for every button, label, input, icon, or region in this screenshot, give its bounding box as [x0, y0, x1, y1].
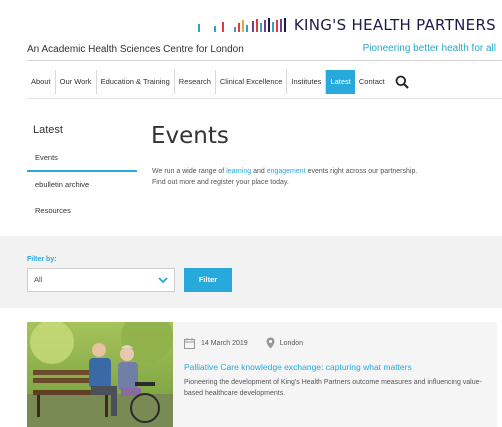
- intro-text: We run a wide range of learning and enga…: [152, 166, 482, 188]
- intro-text-part: and: [251, 168, 267, 175]
- logo-bar: [263, 20, 266, 32]
- intro-text-part: events right across our partnership.: [305, 168, 418, 175]
- logo-bar: [237, 23, 240, 32]
- logo-bar: [283, 18, 286, 32]
- sidebar-active-indicator: [27, 170, 137, 172]
- search-icon: [395, 75, 409, 89]
- event-image[interactable]: [27, 322, 173, 427]
- event-title-link[interactable]: Palliative Care knowledge exchange: capt…: [184, 362, 412, 372]
- header-divider: [27, 60, 502, 61]
- event-location: London: [279, 339, 304, 347]
- logo-bar: [271, 22, 274, 32]
- nav-item-clinical-excellence[interactable]: Clinical Excellence: [216, 70, 288, 94]
- logo-bar: [279, 19, 282, 32]
- intro-text-line2: Find out more and register your place to…: [152, 179, 289, 186]
- tagline-left: An Academic Health Sciences Centre for L…: [27, 44, 244, 55]
- filter-button[interactable]: Filter: [184, 268, 232, 292]
- logo-bar: [275, 20, 278, 32]
- tagline-right: Pioneering better health for all: [362, 43, 496, 54]
- logo-bar: [197, 24, 200, 32]
- search-button[interactable]: [389, 70, 415, 94]
- location-pin-icon: [266, 337, 275, 349]
- park-bench-photo: [27, 322, 173, 427]
- logo-bar: [241, 20, 244, 32]
- logo-bar: [259, 23, 262, 32]
- sidebar-item-events[interactable]: Events: [35, 153, 58, 162]
- logo-bar: [213, 26, 216, 32]
- logo-bar: [233, 27, 236, 32]
- calendar-icon: [184, 337, 195, 349]
- nav-item-contact[interactable]: Contact: [355, 70, 389, 94]
- page-title: Events: [151, 123, 229, 149]
- logo-bar: [251, 21, 254, 32]
- learning-link[interactable]: learning: [226, 168, 251, 175]
- sidebar-title: Latest: [33, 124, 63, 136]
- event-description: Pioneering the development of King's Hea…: [184, 379, 482, 397]
- event-meta: 14 March 2019 London: [184, 337, 303, 349]
- filter-label: Filter by:: [27, 256, 57, 263]
- brand-logo[interactable]: KING'S HEALTH PARTNERS: [197, 14, 496, 36]
- nav-item-about[interactable]: About: [27, 70, 56, 94]
- logo-bar: [255, 19, 258, 32]
- logo-bars-icon: [197, 18, 288, 32]
- main-nav: About Our Work Education & Training Rese…: [27, 70, 415, 94]
- nav-item-our-work[interactable]: Our Work: [56, 70, 97, 94]
- filter-select-value: All: [34, 275, 43, 284]
- engagement-link[interactable]: engagement: [267, 168, 306, 175]
- chevron-down-icon: [158, 277, 168, 284]
- event-date: 14 March 2019: [201, 339, 248, 347]
- intro-text-part: We run a wide range of: [152, 168, 227, 175]
- logo-bar: [267, 18, 270, 32]
- nav-item-education-training[interactable]: Education & Training: [97, 70, 175, 94]
- logo-bar: [245, 25, 248, 32]
- logo-bar: [221, 22, 224, 32]
- nav-item-latest[interactable]: Latest: [326, 70, 355, 94]
- filter-select[interactable]: All: [27, 268, 175, 292]
- nav-item-institutes[interactable]: Institutes: [287, 70, 327, 94]
- nav-item-research[interactable]: Research: [175, 70, 216, 94]
- sidebar-item-ebulletin-archive[interactable]: ebulletin archive: [35, 180, 89, 189]
- sidebar-item-resources[interactable]: Resources: [35, 206, 71, 215]
- brand-name: KING'S HEALTH PARTNERS: [293, 16, 496, 34]
- nav-divider: [27, 98, 502, 99]
